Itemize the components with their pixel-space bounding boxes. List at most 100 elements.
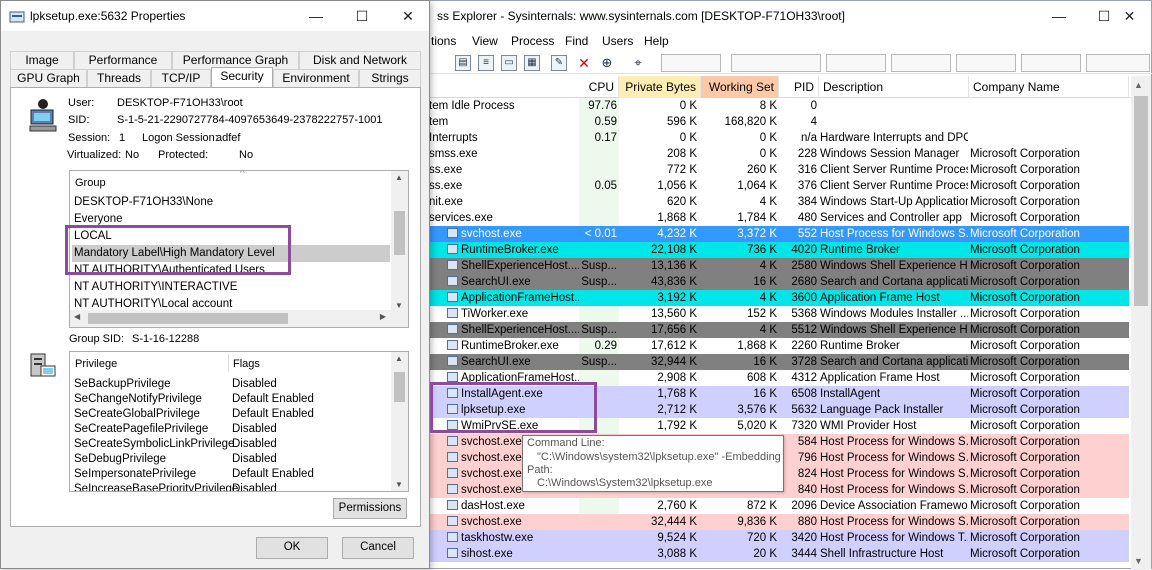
ok-button[interactable]: OK — [256, 537, 328, 559]
tab-environment[interactable]: Environment — [273, 69, 359, 87]
group-row[interactable]: DESKTOP-F71OH33\None — [72, 194, 390, 211]
scroll-right-icon[interactable]: ▶ — [380, 312, 386, 321]
tab-image[interactable]: Image — [10, 51, 74, 69]
privilege-name[interactable]: SeCreateGlobalPrivilege — [74, 407, 200, 422]
column-private-bytes[interactable]: Private Bytes — [619, 76, 701, 98]
group-row[interactable]: Everyone — [72, 211, 390, 228]
group-row[interactable]: NT AUTHORITY\Authenticated Users — [72, 262, 390, 279]
tab-gpu-graph[interactable]: GPU Graph — [10, 69, 87, 87]
menu-users[interactable]: Users — [602, 34, 633, 48]
scroll-down-icon[interactable]: ▼ — [1134, 556, 1143, 566]
process-name-text: ss.exe — [429, 164, 463, 176]
working-set-value-text: 3,372 K — [737, 228, 777, 240]
privilege-name[interactable]: SeDebugPrivilege — [74, 452, 166, 467]
scroll-down-icon[interactable]: ▼ — [395, 480, 403, 489]
cpu-value — [581, 290, 617, 306]
description-value: Windows Session Manager — [820, 146, 968, 162]
menu-view[interactable]: View — [472, 34, 498, 48]
dialog-maximize-button[interactable]: ☐ — [339, 1, 385, 31]
privilege-name[interactable]: SeChangeNotifyPrivilege — [74, 392, 202, 407]
protected-label: Protected: — [158, 149, 209, 161]
group-list-scrollbar[interactable]: ▲ ▼ — [391, 171, 408, 312]
lower-pane-icon[interactable]: ▭ — [501, 55, 517, 71]
network-graph[interactable] — [891, 54, 951, 72]
scroll-up-icon[interactable]: ▲ — [395, 173, 403, 182]
column-cpu[interactable]: CPU — [581, 76, 619, 98]
scroll-up-icon[interactable]: ▲ — [395, 354, 403, 363]
dialog-close-button[interactable]: ✕ — [385, 1, 431, 31]
close-button[interactable]: ✕ — [1106, 1, 1152, 31]
find-window-icon[interactable]: ✎ — [551, 55, 567, 71]
working-set-value: 3,372 K — [701, 226, 777, 242]
permissions-button[interactable]: Permissions — [333, 498, 407, 519]
scroll-thumb[interactable] — [394, 372, 405, 402]
tab-performance[interactable]: Performance — [74, 51, 172, 69]
tab-disk-and-network[interactable]: Disk and Network — [299, 51, 421, 69]
process-name-text: ApplicationFrameHost.... — [461, 292, 579, 304]
process-icon — [447, 244, 458, 254]
gpu-graph[interactable] — [1021, 54, 1081, 72]
menu-find[interactable]: Find — [565, 34, 588, 48]
minimize-button[interactable]: — — [1036, 1, 1082, 31]
scroll-down-icon[interactable]: ▼ — [395, 301, 403, 310]
group-row[interactable]: LOCAL — [72, 228, 390, 245]
kill-process-icon[interactable]: ✕ — [576, 55, 592, 71]
column-company-name[interactable]: Company Name — [969, 76, 1129, 98]
privilege-flags: Default Enabled — [232, 408, 314, 420]
tab-threads[interactable]: Threads — [87, 69, 151, 87]
private-bytes-value-text: 22,108 K — [650, 244, 697, 256]
properties-icon[interactable]: ≡ — [478, 55, 494, 71]
description-value-text: InstallAgent — [820, 388, 881, 400]
io-graph[interactable] — [826, 54, 886, 72]
company-value: Microsoft Corporation — [970, 546, 1128, 562]
description-value: Host Process for Windows S... — [820, 482, 968, 498]
privilege-name[interactable]: SeCreatePagefilePrivilege — [74, 422, 208, 437]
tab-security[interactable]: Security — [211, 67, 273, 87]
scroll-thumb[interactable] — [394, 211, 405, 255]
company-value-text: Microsoft Corporation — [970, 180, 1080, 192]
working-set-value-text: 5,020 K — [737, 420, 777, 432]
privilege-name[interactable]: SeIncreaseBasePriorityPrivilege — [74, 482, 238, 491]
group-row[interactable]: Mandatory Label\High Mandatory Level — [72, 245, 390, 262]
tab-strings[interactable]: Strings — [359, 69, 421, 87]
menu-process[interactable]: Process — [511, 34, 554, 48]
group-list[interactable]: Group ^ DESKTOP-F71OH33\None Everyone LOCA… — [69, 170, 409, 328]
cpu-graph[interactable] — [661, 54, 721, 72]
scroll-left-icon[interactable]: ◀ — [74, 312, 80, 321]
target-crosshair-icon[interactable]: ⌖ — [630, 55, 646, 71]
privilege-list-scrollbar[interactable]: ▲ ▼ — [391, 352, 408, 491]
process-icon — [447, 228, 458, 238]
group-row[interactable]: NT AUTHORITY\INTERACTIVE — [72, 279, 390, 296]
process-name-text: tem Idle Process — [429, 100, 515, 112]
process-name-text: WmiPrvSE.exe — [461, 420, 539, 432]
commit-graph[interactable] — [731, 54, 821, 72]
scroll-thumb[interactable] — [1134, 96, 1148, 306]
private-bytes-value: 0 K — [619, 98, 697, 114]
extra-graph[interactable] — [1086, 54, 1150, 72]
company-value-text: Microsoft Corporation — [970, 340, 1080, 352]
menu-help[interactable]: Help — [644, 34, 669, 48]
scroll-up-icon[interactable]: ▲ — [1134, 80, 1143, 90]
disk-graph[interactable] — [956, 54, 1016, 72]
privilege-list[interactable]: Privilege Flags SeBackupPrivilege Disable… — [69, 351, 409, 492]
column-working-set[interactable]: Working Set — [701, 76, 779, 98]
hscroll-thumb[interactable] — [88, 313, 288, 324]
group-list-hscrollbar[interactable]: ◀ ▶ — [70, 310, 408, 327]
privilege-name[interactable]: SeImpersonatePrivilege — [74, 467, 196, 482]
menu-options[interactable]: tions — [431, 34, 456, 48]
process-list-scrollbar[interactable]: ▲ ▼ — [1131, 76, 1151, 570]
privilege-name[interactable]: SeBackupPrivilege — [74, 377, 171, 392]
process-icon — [447, 516, 458, 526]
handles-icon[interactable]: ▦ — [524, 55, 540, 71]
process-name-text: svchost.exe — [461, 468, 522, 480]
description-value: Host Process for Windows S... — [820, 466, 968, 482]
cancel-button[interactable]: Cancel — [342, 537, 414, 559]
private-bytes-value-text: 3,192 K — [657, 292, 697, 304]
dialog-minimize-button[interactable]: — — [293, 1, 339, 31]
tab-tcpip[interactable]: TCP/IP — [151, 69, 211, 87]
find-handle-icon[interactable]: ⊕ — [599, 55, 615, 71]
column-pid[interactable]: PID — [779, 76, 819, 98]
privilege-name[interactable]: SeCreateSymbolicLinkPrivilege — [74, 437, 234, 452]
column-description[interactable]: Description — [819, 76, 969, 98]
system-info-icon[interactable]: ▤ — [455, 55, 471, 71]
